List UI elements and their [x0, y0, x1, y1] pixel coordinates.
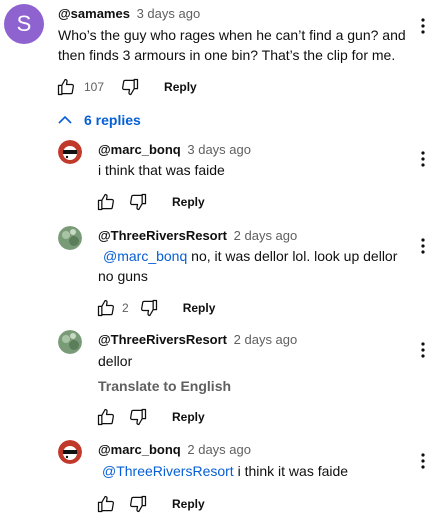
- comment-author[interactable]: @marc_bonq: [98, 142, 181, 157]
- comment-text-line: Who’s the guy who rages when he can’t fi…: [58, 27, 406, 43]
- comment-time[interactable]: 3 days ago: [187, 142, 251, 157]
- translate-button[interactable]: Translate to English: [98, 378, 231, 394]
- comment-text: dellor: [98, 353, 133, 369]
- comment-author[interactable]: @ThreeRiversResort: [98, 332, 227, 347]
- kebab-menu-icon: [421, 342, 425, 358]
- thumbs-up-icon: [97, 193, 114, 211]
- reply-button[interactable]: Reply: [183, 301, 216, 315]
- comment-header: @samames 3 days ago: [58, 6, 200, 22]
- comment-text: Who’s the guy who rages when he can’t fi…: [58, 25, 406, 65]
- thumbs-up-icon: [97, 495, 114, 513]
- kebab-menu-icon: [421, 151, 425, 167]
- more-options-button[interactable]: [416, 449, 430, 473]
- mention-link[interactable]: @marc_bonq: [103, 248, 187, 264]
- more-options-button[interactable]: [416, 234, 430, 258]
- thumbs-up-icon: [97, 299, 114, 317]
- dislike-button[interactable]: [126, 190, 150, 214]
- dislike-button[interactable]: [126, 405, 150, 429]
- kebab-menu-icon: [421, 238, 425, 254]
- comment-author[interactable]: @marc_bonq: [98, 442, 181, 457]
- avatar[interactable]: [58, 226, 82, 250]
- avatar-marc-icon: [58, 140, 82, 164]
- replies-count-label: 6 replies: [84, 112, 141, 128]
- thumbs-down-icon: [122, 78, 139, 96]
- comment-actions: 2 Reply: [94, 296, 215, 320]
- thumbs-down-icon: [130, 193, 147, 211]
- comment-header: @marc_bonq 2 days ago: [98, 442, 251, 458]
- thumbs-down-icon: [130, 408, 147, 426]
- more-options-button[interactable]: [416, 14, 430, 38]
- like-count: 2: [122, 301, 129, 315]
- reply-button[interactable]: Reply: [164, 80, 197, 94]
- more-options-button[interactable]: [416, 338, 430, 362]
- comment-actions: Reply: [94, 190, 205, 214]
- avatar[interactable]: [58, 140, 82, 164]
- dislike-button[interactable]: [137, 296, 161, 320]
- comment-text-line: no, it was dellor lol. look up dellor: [187, 248, 398, 264]
- comment-header: @marc_bonq 3 days ago: [98, 142, 251, 158]
- comment-actions: 107 Reply: [54, 75, 197, 99]
- reply-comment: @ThreeRiversResort 2 days ago dellor Tra…: [0, 328, 440, 428]
- comment-author[interactable]: @samames: [58, 6, 130, 21]
- like-button[interactable]: [94, 405, 118, 429]
- comment-time[interactable]: 2 days ago: [234, 228, 298, 243]
- comment-text: @marc_bonq no, it was dellor lol. look u…: [98, 246, 397, 286]
- avatar-marc-icon: [58, 440, 82, 464]
- comment-author[interactable]: @ThreeRiversResort: [98, 228, 227, 243]
- thumbs-down-icon: [140, 299, 157, 317]
- comment-text: @ThreeRiversResort i think it was faide: [98, 461, 348, 481]
- more-options-button[interactable]: [416, 147, 430, 171]
- avatar-threerivers-icon: [58, 226, 82, 250]
- reply-comment: @marc_bonq 2 days ago @ThreeRiversResort…: [0, 438, 440, 522]
- reply-button[interactable]: Reply: [172, 195, 205, 209]
- comment-time[interactable]: 3 days ago: [137, 6, 201, 21]
- thumbs-down-icon: [130, 495, 147, 513]
- avatar[interactable]: [58, 330, 82, 354]
- reply-button[interactable]: Reply: [172, 497, 205, 511]
- top-comment: S @samames 3 days ago Who’s the guy who …: [0, 0, 440, 100]
- mention-link[interactable]: @ThreeRiversResort: [102, 463, 234, 479]
- comment-actions: Reply: [94, 405, 205, 429]
- thumbs-up-icon: [97, 408, 114, 426]
- avatar-threerivers-icon: [58, 330, 82, 354]
- dislike-button[interactable]: [126, 492, 150, 516]
- comment-header: @ThreeRiversResort 2 days ago: [98, 332, 297, 348]
- comment-time[interactable]: 2 days ago: [234, 332, 298, 347]
- reply-comment: @ThreeRiversResort 2 days ago @marc_bonq…: [0, 224, 440, 322]
- replies-toggle-button[interactable]: 6 replies: [58, 108, 141, 132]
- kebab-menu-icon: [421, 18, 425, 34]
- comment-actions: Reply: [94, 492, 205, 516]
- comment-text: i think that was faide: [98, 162, 225, 178]
- avatar[interactable]: [58, 440, 82, 464]
- like-count: 107: [84, 80, 105, 94]
- reply-comment: @marc_bonq 3 days ago i think that was f…: [0, 138, 440, 218]
- like-button[interactable]: [94, 492, 118, 516]
- comment-time[interactable]: 2 days ago: [187, 442, 251, 457]
- avatar[interactable]: S: [4, 4, 44, 44]
- comment-text-line: i think it was faide: [233, 463, 349, 479]
- comment-text-line: no guns: [98, 268, 148, 284]
- comment-text-line: then finds 3 armours in one bin? That’s …: [58, 47, 396, 63]
- avatar-letter: S: [16, 11, 32, 36]
- comment-header: @ThreeRiversResort 2 days ago: [98, 228, 297, 244]
- kebab-menu-icon: [421, 453, 425, 469]
- like-button[interactable]: [94, 190, 118, 214]
- like-button[interactable]: [94, 296, 118, 320]
- chevron-up-icon: [58, 115, 72, 124]
- like-button[interactable]: [54, 75, 78, 99]
- dislike-button[interactable]: [118, 75, 142, 99]
- thumbs-up-icon: [57, 78, 74, 96]
- reply-button[interactable]: Reply: [172, 410, 205, 424]
